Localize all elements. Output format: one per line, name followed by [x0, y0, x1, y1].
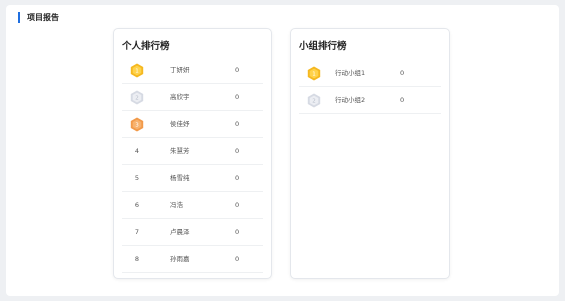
svg-text:2: 2 [312, 98, 316, 104]
individual-ranking-title: 个人排行榜 [122, 41, 170, 52]
member-row: 5 杨雪纯 0 [122, 165, 263, 192]
member-score: 0 [235, 120, 240, 128]
member-score: 0 [235, 228, 240, 236]
header-accent-bar [18, 11, 20, 23]
member-name: 侯佳妤 [170, 120, 190, 128]
member-score: 0 [235, 255, 240, 263]
member-score: 0 [235, 147, 240, 155]
member-row: 1 丁妍妍 0 [122, 57, 263, 84]
member-name: 丁妍妍 [170, 66, 190, 74]
individual-ranking-list: 1 丁妍妍 0 2 高欣宇 0 3 侯佳妤 0 4 朱慧芳 0 5 杨雪纯 0 6 冯浩 0 7 卢晨泽 0 8 孙雨嘉 0 [122, 57, 263, 273]
rank-cell: 5 [122, 165, 152, 191]
rank-number: 7 [134, 228, 140, 236]
member-score: 0 [235, 66, 240, 74]
svg-text:3: 3 [135, 122, 139, 128]
team-row: 2 行动小组2 0 [299, 87, 441, 114]
member-row: 6 冯浩 0 [122, 192, 263, 219]
member-row: 4 朱慧芳 0 [122, 138, 263, 165]
rank-number: 5 [134, 174, 140, 182]
page-title: 项目报告 [27, 12, 59, 22]
rank-cell: 4 [122, 138, 152, 164]
team-score: 0 [400, 69, 405, 77]
team-name: 行动小组1 [335, 69, 366, 77]
rank-cell: 8 [122, 246, 152, 272]
report-page: 项目报告 个人排行榜 1 丁妍妍 0 2 高欣宇 0 3 侯佳妤 0 4 朱慧芳 0 5 杨雪纯 0 6 冯浩 0… [6, 5, 559, 296]
bronze-medal-icon: 3 [122, 111, 152, 137]
member-score: 0 [235, 201, 240, 209]
team-ranking-panel: 小组排行榜 1 行动小组1 0 2 行动小组2 0 [290, 28, 450, 279]
member-name: 朱慧芳 [170, 147, 190, 155]
gold-medal-icon: 1 [299, 60, 329, 86]
member-score: 0 [235, 174, 240, 182]
member-name: 孙雨嘉 [170, 255, 190, 263]
member-row: 7 卢晨泽 0 [122, 219, 263, 246]
member-score: 0 [235, 93, 240, 101]
svg-text:1: 1 [312, 71, 316, 77]
silver-medal-icon: 2 [299, 87, 329, 113]
team-ranking-list: 1 行动小组1 0 2 行动小组2 0 [299, 60, 441, 114]
member-row: 8 孙雨嘉 0 [122, 246, 263, 273]
rank-number: 8 [134, 255, 140, 263]
svg-text:2: 2 [135, 95, 139, 101]
team-score: 0 [400, 96, 405, 104]
gold-medal-icon: 1 [122, 57, 152, 83]
svg-text:1: 1 [135, 68, 139, 74]
silver-medal-icon: 2 [122, 84, 152, 110]
member-name: 杨雪纯 [170, 174, 190, 182]
page-header: 项目报告 [18, 10, 59, 24]
team-ranking-title: 小组排行榜 [299, 41, 347, 52]
rank-number: 6 [134, 201, 140, 209]
rank-number: 4 [134, 147, 140, 155]
individual-ranking-panel: 个人排行榜 1 丁妍妍 0 2 高欣宇 0 3 侯佳妤 0 4 朱慧芳 0 5 杨雪纯 0 6 冯浩 0 7 卢晨泽 0… [113, 28, 272, 279]
member-row: 3 侯佳妤 0 [122, 111, 263, 138]
rank-cell: 6 [122, 192, 152, 218]
member-name: 冯浩 [170, 201, 183, 209]
member-name: 卢晨泽 [170, 228, 190, 236]
team-name: 行动小组2 [335, 96, 366, 104]
member-name: 高欣宇 [170, 93, 190, 101]
team-row: 1 行动小组1 0 [299, 60, 441, 87]
member-row: 2 高欣宇 0 [122, 84, 263, 111]
rank-cell: 7 [122, 219, 152, 245]
